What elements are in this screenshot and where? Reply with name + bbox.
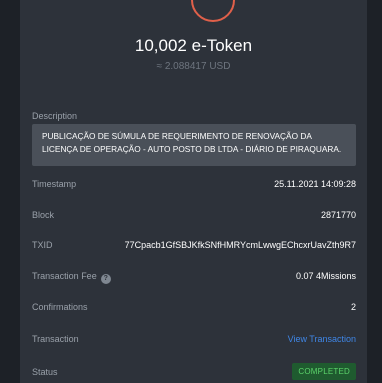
txid-label: TXID: [32, 240, 53, 250]
transaction-fee-value: 0.07 4Missions: [295, 271, 356, 281]
txid-row: TXID 77Cpacb1GfSBJKfkSNfHMRYcmLwwgEChcxr…: [32, 240, 356, 254]
description-label: Description: [32, 111, 78, 121]
transaction-fee-row: Transaction Fee? 0.07 4Missions: [32, 271, 356, 285]
description-box: PUBLICAÇÃO DE SÚMULA DE REQUERIMENTO DE …: [32, 124, 356, 166]
confirmations-label: Confirmations: [32, 302, 88, 312]
block-label: Block: [32, 210, 55, 220]
txid-value: 77Cpacb1GfSBJKfkSNfHMRYcmLwwgEChcxrUavZt…: [124, 240, 356, 250]
view-transaction-link[interactable]: View Transaction: [288, 334, 356, 344]
token-logo-icon: [191, 0, 235, 22]
help-icon[interactable]: ?: [100, 274, 111, 284]
fiat-value: ≈ 2.088417 USD: [156, 61, 231, 72]
confirmations-row: Confirmations 2: [32, 302, 356, 316]
transaction-fee-label: Transaction Fee: [32, 271, 97, 281]
transaction-label: Transaction: [32, 334, 79, 344]
transaction-fee-label-group: Transaction Fee?: [32, 271, 111, 284]
description-text: PUBLICAÇÃO DE SÚMULA DE REQUERIMENTO DE …: [42, 131, 342, 154]
token-amount: 10,002 e-Token: [134, 36, 253, 55]
confirmations-value: 2: [350, 302, 356, 312]
block-row: Block 2871770: [32, 210, 356, 224]
status-row: Status COMPLETED: [32, 363, 356, 381]
timestamp-label: Timestamp: [32, 179, 77, 189]
transaction-detail-panel: 10,002 e-Token ≈ 2.088417 USD Descriptio…: [20, 0, 367, 383]
timestamp-value: 25.11.2021 14:09:28: [274, 179, 356, 189]
timestamp-row: Timestamp 25.11.2021 14:09:28: [32, 179, 356, 193]
status-badge: COMPLETED: [292, 363, 356, 380]
block-value: 2871770: [320, 210, 356, 220]
transaction-row: Transaction View Transaction: [32, 334, 356, 348]
status-label: Status: [32, 367, 58, 377]
